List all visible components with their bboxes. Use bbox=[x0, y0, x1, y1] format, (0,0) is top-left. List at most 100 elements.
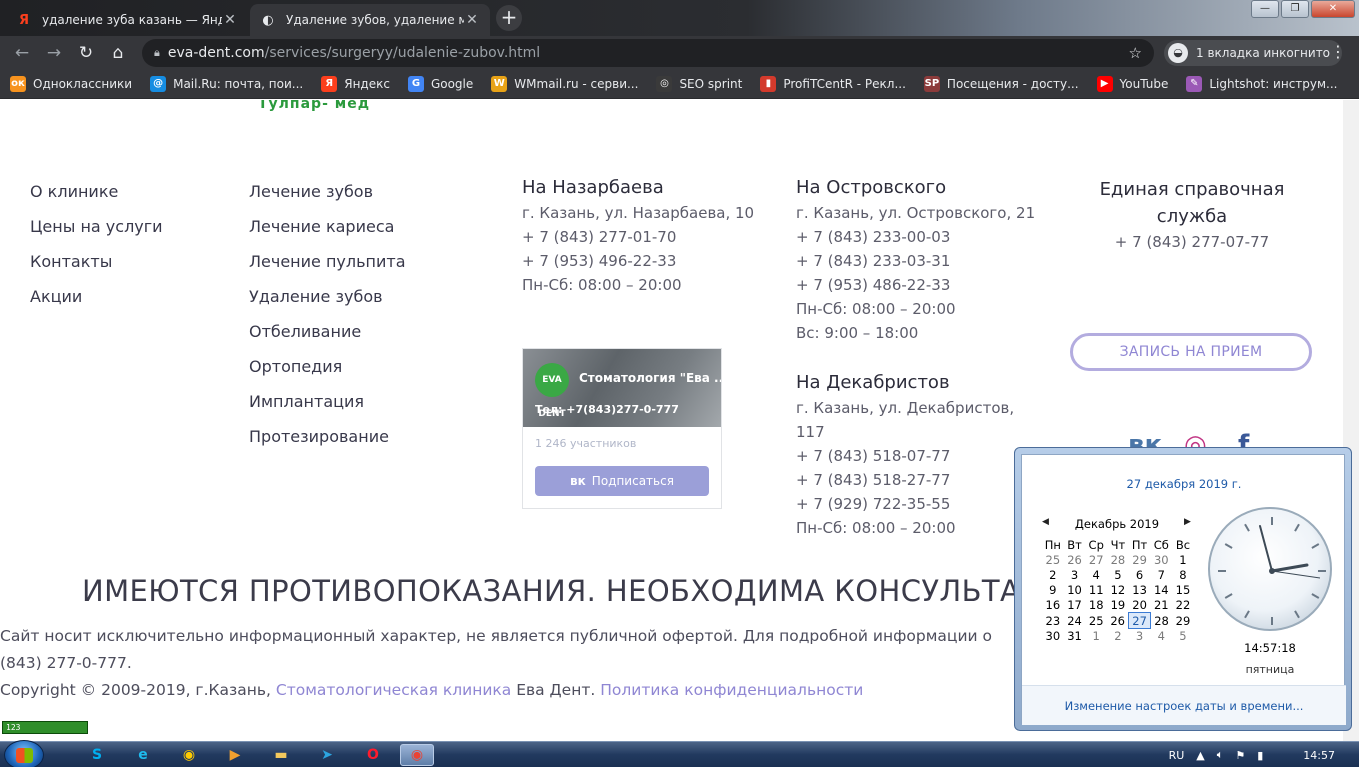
calendar-day[interactable]: 2 bbox=[1042, 567, 1064, 582]
calendar-day[interactable]: 2 bbox=[1107, 628, 1129, 643]
footer-link-service[interactable]: Имплантация bbox=[249, 392, 406, 427]
calendar-today[interactable]: 27 bbox=[1128, 612, 1151, 629]
vk-subscribe-button[interactable]: вк Подписаться bbox=[535, 466, 709, 496]
menu-kebab-icon[interactable]: ⋮ bbox=[1328, 42, 1348, 61]
calendar-day[interactable]: 24 bbox=[1064, 613, 1086, 628]
calendar-day[interactable]: 5 bbox=[1107, 567, 1129, 582]
calendar-day[interactable]: 17 bbox=[1064, 598, 1086, 613]
volume-icon[interactable]: 🔈︎ bbox=[1217, 748, 1224, 762]
show-hidden-icons-icon[interactable]: ▲ bbox=[1196, 749, 1204, 762]
calendar-day[interactable]: 9 bbox=[1042, 583, 1064, 598]
maximize-button[interactable]: ❐ bbox=[1281, 0, 1309, 18]
calendar-day[interactable]: 12 bbox=[1107, 583, 1129, 598]
calendar-day[interactable]: 28 bbox=[1150, 613, 1172, 628]
calendar-day[interactable]: 10 bbox=[1064, 583, 1086, 598]
bookmark-item[interactable]: G Google bbox=[407, 75, 473, 92]
footer-link-promotions[interactable]: Акции bbox=[30, 287, 163, 322]
calendar-day[interactable]: 13 bbox=[1129, 583, 1151, 598]
bookmark-item[interactable]: @ Mail.Ru: почта, пои... bbox=[150, 75, 303, 92]
office-phone[interactable]: + 7 (953) 486-22-33 bbox=[796, 274, 1035, 298]
bookmark-item[interactable]: W WMmail.ru - серви... bbox=[491, 75, 638, 92]
calendar-day[interactable]: 20 bbox=[1129, 598, 1151, 613]
office-phone[interactable]: + 7 (843) 518-27-77 bbox=[796, 469, 1014, 493]
footer-link-service[interactable]: Ортопедия bbox=[249, 357, 406, 392]
media-player-icon[interactable]: ▶ bbox=[218, 744, 252, 766]
tab-eva-dent[interactable]: ◐ Удаление зубов, удаление моло ✕ bbox=[250, 4, 490, 36]
footer-link-service[interactable]: Отбеливание bbox=[249, 322, 406, 357]
address-bar[interactable]: 🔒︎ eva-dent.com/services/surgeryy/udalen… bbox=[142, 39, 1154, 67]
calendar-day[interactable]: 22 bbox=[1172, 598, 1194, 613]
calendar-day[interactable]: 1 bbox=[1172, 552, 1194, 567]
bookmark-item[interactable]: Я Яндекс bbox=[321, 75, 390, 92]
help-phone[interactable]: + 7 (843) 277-07-77 bbox=[1070, 230, 1314, 254]
calendar-day[interactable]: 16 bbox=[1042, 598, 1064, 613]
url-text[interactable]: eva-dent.com/services/surgeryy/udalenie-… bbox=[168, 45, 1129, 61]
calendar-day[interactable]: 15 bbox=[1172, 583, 1194, 598]
close-window-button[interactable]: ✕ bbox=[1311, 0, 1355, 18]
calendar-day[interactable]: 30 bbox=[1042, 628, 1064, 643]
calendar-day[interactable]: 31 bbox=[1064, 628, 1086, 643]
telegram-icon[interactable]: ➤ bbox=[310, 744, 344, 766]
next-month-icon[interactable]: ▶ bbox=[1184, 517, 1191, 527]
close-tab-icon[interactable]: ✕ bbox=[464, 12, 480, 28]
office-phone[interactable]: + 7 (843) 277-01-70 bbox=[522, 226, 754, 250]
bookmark-item[interactable]: ▮ ProfiTCentR - Рекл... bbox=[760, 75, 906, 92]
chrome-icon[interactable]: ◉ bbox=[400, 744, 434, 766]
lock-icon[interactable]: 🔒︎ bbox=[154, 46, 160, 60]
calendar-day[interactable]: 28 bbox=[1107, 552, 1129, 567]
footer-link-service[interactable]: Лечение пульпита bbox=[249, 252, 406, 287]
office-phone[interactable]: + 7 (843) 518-07-77 bbox=[796, 445, 1014, 469]
calendar-day[interactable]: 6 bbox=[1129, 567, 1151, 582]
incognito-badge[interactable]: ◒ 1 вкладка инкогнито bbox=[1164, 40, 1343, 66]
calendar-day[interactable]: 29 bbox=[1172, 613, 1194, 628]
bookmark-item[interactable]: ✎ Lightshot: инструм... bbox=[1186, 75, 1338, 92]
bookmark-star-icon[interactable]: ☆ bbox=[1129, 44, 1142, 62]
calendar-day[interactable]: 8 bbox=[1172, 567, 1194, 582]
footer-link-service[interactable]: Протезирование bbox=[249, 427, 406, 462]
action-center-icon[interactable]: ⚑ bbox=[1235, 749, 1245, 762]
calendar-day[interactable]: 3 bbox=[1064, 567, 1086, 582]
calendar-day[interactable]: 5 bbox=[1172, 628, 1194, 643]
appointment-button[interactable]: ЗАПИСЬ НА ПРИЕМ bbox=[1070, 333, 1312, 371]
calendar-day[interactable]: 25 bbox=[1085, 613, 1107, 628]
calendar-day[interactable]: 23 bbox=[1042, 613, 1064, 628]
calendar-day[interactable]: 27 bbox=[1085, 552, 1107, 567]
office-phone[interactable]: + 7 (843) 233-00-03 bbox=[796, 226, 1035, 250]
back-button[interactable]: ← bbox=[6, 39, 38, 67]
office-phone[interactable]: + 7 (953) 496-22-33 bbox=[522, 250, 754, 274]
calendar-day[interactable]: 30 bbox=[1150, 552, 1172, 567]
footer-link-prices[interactable]: Цены на услуги bbox=[30, 217, 163, 252]
forward-button[interactable]: → bbox=[38, 39, 70, 67]
bookmark-item[interactable]: ок Одноклассники bbox=[10, 75, 132, 92]
calendar-day[interactable]: 26 bbox=[1064, 552, 1086, 567]
explorer-icon[interactable]: ▬ bbox=[264, 744, 298, 766]
footer-link-service[interactable]: Удаление зубов bbox=[249, 287, 406, 322]
change-datetime-link[interactable]: Изменение настроек даты и времени... bbox=[1022, 685, 1346, 725]
close-tab-icon[interactable]: ✕ bbox=[222, 12, 238, 28]
vk-group-name[interactable]: Стоматология "Ева ... bbox=[579, 371, 721, 385]
network-icon[interactable]: ▮ bbox=[1257, 749, 1263, 762]
office-phone[interactable]: + 7 (929) 722-35-55 bbox=[796, 493, 1014, 517]
calendar-day[interactable]: 7 bbox=[1150, 567, 1172, 582]
bookmark-item[interactable]: SP Посещения - досту... bbox=[923, 75, 1079, 92]
calendar-day[interactable]: 4 bbox=[1150, 628, 1172, 643]
home-button[interactable]: ⌂ bbox=[102, 39, 134, 67]
minimize-button[interactable]: — bbox=[1251, 0, 1279, 18]
calendar-day[interactable]: 1 bbox=[1085, 628, 1107, 643]
calendar-day[interactable]: 19 bbox=[1107, 598, 1129, 613]
vk-cover-image[interactable]: EVA DENT Стоматология "Ева ... Тел: +7(8… bbox=[523, 349, 721, 427]
calendar-day[interactable]: 3 bbox=[1129, 628, 1151, 643]
footer-link-service[interactable]: Лечение кариеса bbox=[249, 217, 406, 252]
opera-icon[interactable]: O bbox=[356, 744, 390, 766]
privacy-policy-link[interactable]: Политика конфиденциальности bbox=[600, 681, 863, 699]
calendar-day[interactable]: 21 bbox=[1150, 598, 1172, 613]
new-tab-button[interactable]: + bbox=[496, 5, 522, 31]
language-indicator[interactable]: RU bbox=[1169, 749, 1185, 762]
calendar-day[interactable]: 18 bbox=[1085, 598, 1107, 613]
bookmark-item[interactable]: ▶ YouTube bbox=[1096, 75, 1168, 92]
calendar-day[interactable]: 25 bbox=[1042, 552, 1064, 567]
calendar-day[interactable]: 4 bbox=[1085, 567, 1107, 582]
bookmark-item[interactable]: ◎ SEO sprint bbox=[656, 75, 742, 92]
yandex-browser-icon[interactable]: ◉ bbox=[172, 744, 206, 766]
reload-button[interactable]: ↻ bbox=[70, 39, 102, 67]
